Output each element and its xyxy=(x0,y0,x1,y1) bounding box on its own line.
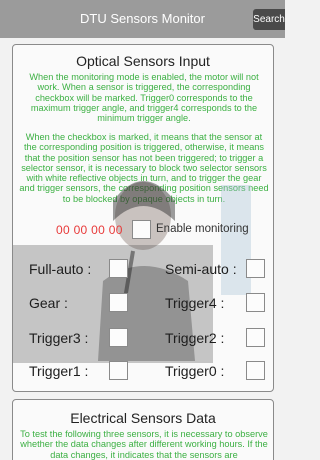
trigger1-label: Trigger1 : xyxy=(29,363,89,379)
optical-title: Optical Sensors Input xyxy=(76,53,210,69)
optical-sensors-card: Optical Sensors Input When the monitorin… xyxy=(12,44,274,392)
trigger3-checkbox[interactable] xyxy=(109,328,128,347)
full-auto-checkbox[interactable] xyxy=(109,259,128,278)
optical-description-1: When the monitoring mode is enabled, the… xyxy=(29,72,259,124)
trigger4-label: Trigger4 : xyxy=(165,295,225,311)
trigger2-checkbox[interactable] xyxy=(246,328,265,347)
trigger2-label: Trigger2 : xyxy=(165,330,225,346)
enable-monitoring-label: Enable monitoring xyxy=(156,223,249,235)
semi-auto-label: Semi-auto : xyxy=(165,261,237,277)
trigger3-label: Trigger3 : xyxy=(29,330,89,346)
trigger0-checkbox[interactable] xyxy=(246,361,265,380)
semi-auto-checkbox[interactable] xyxy=(246,259,265,278)
gear-checkbox[interactable] xyxy=(109,293,128,312)
electrical-sensors-card: Electrical Sensors Data To test the foll… xyxy=(12,399,274,460)
enable-monitoring-checkbox[interactable] xyxy=(132,220,151,239)
trigger1-checkbox[interactable] xyxy=(109,361,128,380)
app-title: DTU Sensors Monitor xyxy=(80,11,205,26)
electrical-title: Electrical Sensors Data xyxy=(70,410,216,426)
search-button[interactable]: Search xyxy=(253,9,285,30)
optical-description-2: When the checkbox is marked, it means th… xyxy=(19,132,269,204)
trigger0-label: Trigger0 : xyxy=(165,363,225,379)
trigger4-checkbox[interactable] xyxy=(246,293,265,312)
monitor-counter: 00 00 00 00 xyxy=(56,223,123,237)
full-auto-label: Full-auto : xyxy=(29,261,92,277)
electrical-description: To test the following three sensors, it … xyxy=(20,429,268,460)
app-bar: DTU Sensors Monitor Search xyxy=(0,0,285,38)
gear-label: Gear : xyxy=(29,295,68,311)
